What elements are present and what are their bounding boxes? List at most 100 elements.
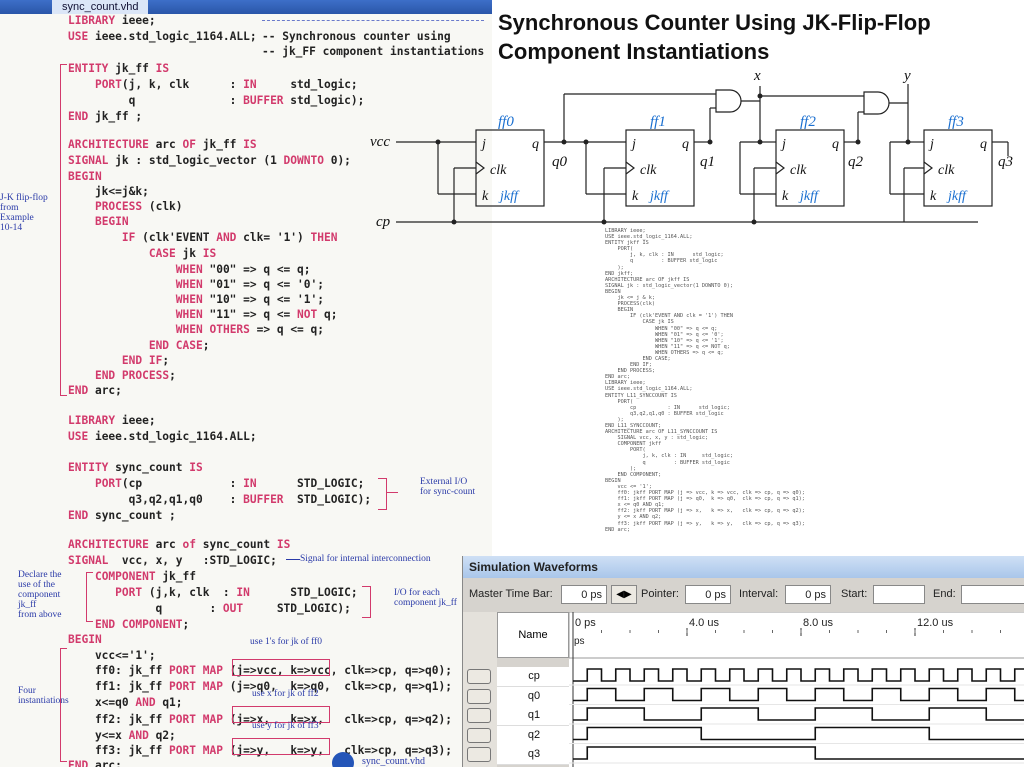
ff0-name: ff0: [498, 114, 514, 130]
slide-title: Synchronous Counter Using JK-Flip-Flop C…: [498, 8, 931, 66]
pin-q: q: [832, 137, 839, 152]
output-pin-icon: [467, 708, 491, 723]
code-line: x<=q0 AND q1;: [68, 696, 183, 709]
waveform-q3: [573, 746, 1024, 760]
input-pin-icon: [467, 669, 491, 684]
annotation-box: [232, 659, 330, 676]
signal-row[interactable]: q0: [463, 686, 569, 707]
code-line: SIGNAL jk : std_logic_vector (1 DOWNTO 0…: [68, 154, 351, 167]
pin-j: j: [480, 137, 486, 152]
ff2-out: q2: [848, 154, 864, 170]
waveform-panel[interactable]: 0 ps4.0 us8.0 us12.0 us16.0 usps: [569, 612, 1024, 767]
slide-title-line1: Synchronous Counter Using JK-Flip-Flop: [498, 10, 931, 35]
note-four-instantiations: Four instantiations: [18, 686, 69, 706]
ff0-out: q0: [552, 154, 568, 170]
code-line: END CASE;: [148, 339, 210, 352]
ff3-out: q3: [998, 154, 1013, 170]
code-line: END sync_count ;: [68, 509, 176, 522]
note-use1s: use 1's for jk of ff0: [250, 637, 322, 647]
ff-instance-label: jkff: [498, 189, 520, 204]
pointer-field[interactable]: 0 ps: [685, 585, 731, 604]
signal-row[interactable]: cp: [463, 667, 569, 687]
annotation-line: [286, 559, 300, 560]
code-line: END PROCESS;: [94, 369, 176, 382]
code-line: ARCHITECTURE arc OF jk_ff IS: [68, 138, 257, 151]
name-header-cell: Name: [497, 612, 569, 658]
waveform-cp: [573, 668, 1024, 682]
code-line: USE ieee.std_logic_1164.ALL;: [68, 430, 257, 443]
annotation-bracket: [362, 586, 371, 618]
pin-q: q: [532, 137, 539, 152]
annotation-bracket: [60, 64, 67, 396]
code-line: PORT (j,k, clk : IN STD_LOGIC;: [115, 586, 358, 599]
code-line: LIBRARY ieee;: [68, 14, 156, 27]
code-line: ENTITY jk_ff IS: [68, 62, 170, 75]
pin-clk: clk: [790, 163, 807, 178]
code-line: WHEN "10" => q <= '1';: [175, 293, 324, 306]
interval-field[interactable]: 0 ps: [785, 585, 831, 604]
code-line: SIGNAL vcc, x, y :STD_LOGIC;: [68, 554, 277, 567]
code-line: IF (clk'EVENT AND clk= '1') THEN: [121, 231, 338, 244]
sim-titlebar: Simulation Waveforms: [463, 556, 1024, 578]
ruler-label: 4.0 us: [689, 617, 719, 629]
pin-k: k: [782, 189, 789, 204]
timebar-arrows[interactable]: ◀▶: [611, 585, 637, 604]
time-ruler: [569, 612, 1024, 659]
pin-clk: clk: [640, 163, 657, 178]
pin-j: j: [928, 137, 934, 152]
name-header: Name: [518, 629, 548, 641]
simulation-window: Simulation Waveforms Master Time Bar: 0 …: [462, 556, 1024, 767]
end-field[interactable]: [961, 585, 1024, 604]
code-line: q3,q2,q1,q0 : BUFFER STD_LOGIC);: [68, 493, 372, 506]
end-label: End:: [933, 588, 956, 600]
code-line: END arc;: [68, 759, 122, 767]
label-cp: cp: [376, 214, 391, 230]
editor-titlebar: sync_count.vhd: [0, 0, 492, 14]
code-comment: -- jk_FF component instantiations: [262, 45, 485, 58]
note-use-y: use y for jk of ff3: [252, 721, 319, 731]
annotation-bracket: [86, 572, 93, 622]
ruler-label: 8.0 us: [803, 617, 833, 629]
note-use-x: use x for jk of ff2: [252, 689, 319, 699]
code-line: PORT(j, k, clk : IN std_logic;: [94, 78, 358, 91]
ff3-name: ff3: [948, 114, 964, 130]
pin-j: j: [780, 137, 786, 152]
code-line: END IF;: [121, 354, 170, 367]
annotation-line: [386, 492, 398, 493]
pin-clk: clk: [490, 163, 507, 178]
signal-name: cp: [528, 670, 540, 682]
code-line: jk<=j&k;: [68, 185, 149, 198]
output-pin-icon: [467, 727, 491, 743]
master-timebar-field[interactable]: 0 ps: [561, 585, 607, 604]
pin-k: k: [482, 189, 489, 204]
waveform-q2: [573, 726, 1024, 741]
code-comment: -- Synchronous counter using: [262, 30, 451, 43]
editor-tab[interactable]: sync_count.vhd: [52, 0, 149, 14]
code-line: END jk_ff ;: [68, 110, 143, 123]
code-line: WHEN "00" => q <= q;: [175, 263, 311, 276]
start-label: Start:: [841, 588, 868, 600]
label-x: x: [753, 68, 761, 84]
signal-row[interactable]: q1: [463, 706, 569, 726]
pin-k: k: [930, 189, 937, 204]
pin-k: k: [632, 189, 639, 204]
ff2-name: ff2: [800, 114, 816, 130]
signal-row[interactable]: q2: [463, 725, 569, 746]
signal-name: q1: [527, 709, 541, 721]
waveform-q0: [573, 687, 1024, 702]
signal-name: q2: [527, 728, 541, 741]
signal-row[interactable]: q3: [463, 745, 569, 765]
pin-q: q: [682, 137, 689, 152]
code-line: BEGIN: [68, 633, 102, 646]
note-signal-internal: Signal for internal interconnection: [300, 554, 431, 564]
counter-schematic: vcc cp x y ff0 ff1 ff2 ff3 q0 q1 q2 q3 j…: [370, 68, 1013, 230]
start-field[interactable]: [873, 585, 925, 604]
code-line: y<=x AND q2;: [68, 729, 176, 742]
label-y: y: [902, 68, 911, 84]
code-line: END arc;: [68, 384, 122, 397]
code-line: vcc<='1';: [68, 649, 156, 662]
annotation-bracket: [378, 478, 387, 510]
pin-j: j: [630, 137, 636, 152]
output-pin-icon: [467, 688, 491, 704]
code-line: q : OUT STD_LOGIC);: [68, 602, 351, 615]
